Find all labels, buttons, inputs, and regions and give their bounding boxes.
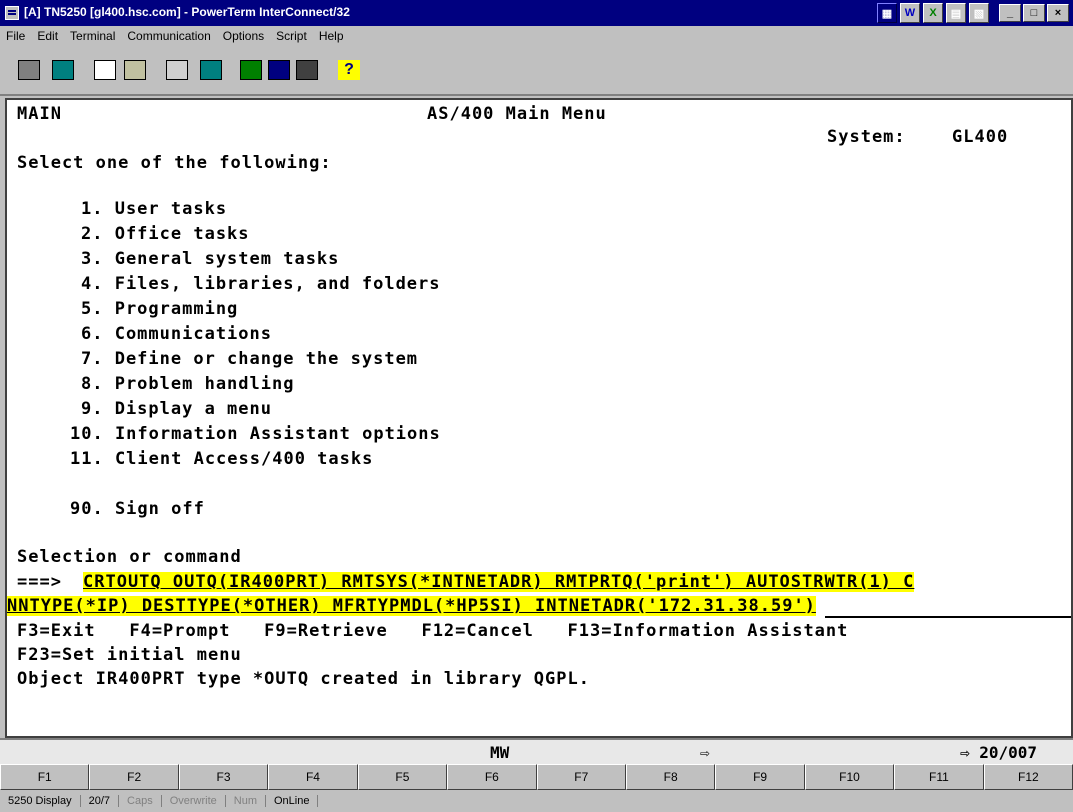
sign-off-option: 90. Sign off bbox=[70, 499, 205, 519]
system-value: GL400 bbox=[952, 127, 1009, 147]
title-bar: [A] TN5250 [gl400.hsc.com] - PowerTerm I… bbox=[0, 0, 1073, 26]
status-message: Object IR400PRT type *OUTQ created in li… bbox=[17, 669, 590, 689]
menu-option: 2. Office tasks bbox=[81, 224, 250, 244]
record-icon[interactable] bbox=[196, 56, 226, 84]
function-keys-line2: F23=Set initial menu bbox=[17, 645, 242, 665]
fkey-f10[interactable]: F10 bbox=[804, 764, 895, 790]
status-bar: MW ⇨ ⇨ 20/007 bbox=[0, 738, 1073, 764]
menu-option: 9. Display a menu bbox=[81, 399, 272, 419]
screen-title: AS/400 Main Menu bbox=[427, 104, 607, 124]
fkey-f5[interactable]: F5 bbox=[357, 764, 448, 790]
command-arrow: ===> bbox=[17, 572, 62, 592]
menu-option: 7. Define or change the system bbox=[81, 349, 419, 369]
menu-option: 1. User tasks bbox=[81, 199, 228, 219]
maximize-button[interactable]: □ bbox=[1023, 4, 1045, 22]
fkey-f12[interactable]: F12 bbox=[983, 764, 1073, 790]
copy-icon[interactable] bbox=[90, 56, 120, 84]
fkey-f6[interactable]: F6 bbox=[447, 764, 537, 790]
grid-icon[interactable]: ▤ bbox=[946, 3, 966, 23]
excel-icon[interactable]: X bbox=[923, 3, 943, 23]
menu-terminal[interactable]: Terminal bbox=[64, 26, 121, 46]
print-icon[interactable] bbox=[162, 56, 192, 84]
menu-script[interactable]: Script bbox=[270, 26, 313, 46]
map-icon[interactable]: ▧ bbox=[969, 3, 989, 23]
menu-option: 11. Client Access/400 tasks bbox=[70, 449, 374, 469]
cursor-position: ⇨ 20/007 bbox=[960, 743, 1038, 762]
title-toolbar: ▦ W X ▤ ▧ bbox=[877, 3, 989, 23]
prompt-text: Select one of the following: bbox=[17, 153, 332, 173]
menu-help[interactable]: Help bbox=[313, 26, 350, 46]
app-icon[interactable] bbox=[5, 6, 19, 20]
menu-bar: File Edit Terminal Communication Options Scri… bbox=[0, 26, 1073, 46]
emulation-type: 5250 Display bbox=[0, 795, 81, 807]
online-indicator: OnLine bbox=[266, 795, 319, 807]
menu-file[interactable]: File bbox=[0, 26, 31, 46]
system-label: System: bbox=[827, 127, 906, 147]
menu-option: 4. Files, libraries, and folders bbox=[81, 274, 441, 294]
fkey-f7[interactable]: F7 bbox=[536, 764, 626, 790]
menu-option: 8. Problem handling bbox=[81, 374, 295, 394]
fkey-f11[interactable]: F11 bbox=[894, 764, 984, 790]
session-status-bar: 5250 Display 20/7 Caps Overwrite Num OnL… bbox=[0, 790, 1073, 812]
num-indicator: Num bbox=[226, 795, 266, 807]
overwrite-indicator: Overwrite bbox=[162, 795, 226, 807]
fkey-f9[interactable]: F9 bbox=[715, 764, 805, 790]
fkey-f8[interactable]: F8 bbox=[625, 764, 716, 790]
command-input-line1[interactable]: CRTOUTQ OUTQ(IR400PRT) RMTSYS(*INTNETADR… bbox=[83, 572, 915, 592]
function-keys-line1: F3=Exit F4=Prompt F9=Retrieve F12=Cancel… bbox=[17, 621, 849, 641]
screen-name: MAIN bbox=[17, 104, 62, 124]
command-input-line2[interactable]: NNTYPE(*IP) DESTTYPE(*OTHER) MFRTYPMDL(*… bbox=[7, 596, 816, 616]
help-icon[interactable]: ? bbox=[334, 56, 364, 84]
caps-indicator: Caps bbox=[119, 795, 162, 807]
command-underline bbox=[825, 616, 1071, 618]
menu-option: 10. Information Assistant options bbox=[70, 424, 441, 444]
menu-option: 6. Communications bbox=[81, 324, 272, 344]
fkey-f3[interactable]: F3 bbox=[178, 764, 269, 790]
minimize-button[interactable]: _ bbox=[999, 4, 1021, 22]
fkey-f4[interactable]: F4 bbox=[268, 764, 358, 790]
fkey-f2[interactable]: F2 bbox=[89, 764, 179, 790]
connect-icon[interactable] bbox=[14, 56, 44, 84]
insert-arrow-icon: ⇨ bbox=[700, 743, 710, 762]
screen-icon[interactable] bbox=[264, 56, 294, 84]
menu-edit[interactable]: Edit bbox=[31, 26, 64, 46]
cursor-readout: 20/7 bbox=[81, 795, 120, 807]
fkey-f1[interactable]: F1 bbox=[0, 764, 90, 790]
menu-communication[interactable]: Communication bbox=[121, 26, 216, 46]
function-key-bar: F1 F2 F3 F4 F5 F6 F7 F8 F9 F10 F11 F12 bbox=[0, 764, 1073, 790]
menu-option: 3. General system tasks bbox=[81, 249, 340, 269]
toolbar: ? bbox=[0, 46, 1073, 96]
disconnect-icon[interactable] bbox=[48, 56, 78, 84]
close-button[interactable]: × bbox=[1047, 4, 1069, 22]
window-controls: _ □ × bbox=[999, 4, 1069, 22]
menu-option: 5. Programming bbox=[81, 299, 239, 319]
keypad-icon[interactable] bbox=[292, 56, 322, 84]
menu-options[interactable]: Options bbox=[217, 26, 270, 46]
paste-icon[interactable] bbox=[120, 56, 150, 84]
tools-icon[interactable] bbox=[236, 56, 266, 84]
selection-label: Selection or command bbox=[17, 547, 242, 567]
window-title: [A] TN5250 [gl400.hsc.com] - PowerTerm I… bbox=[24, 5, 350, 19]
word-icon[interactable]: W bbox=[900, 3, 920, 23]
terminal-screen[interactable]: MAIN AS/400 Main Menu System: GL400 Sele… bbox=[5, 98, 1073, 738]
keyboard-icon[interactable]: ▦ bbox=[877, 3, 897, 23]
mode-indicator: MW bbox=[490, 743, 510, 762]
